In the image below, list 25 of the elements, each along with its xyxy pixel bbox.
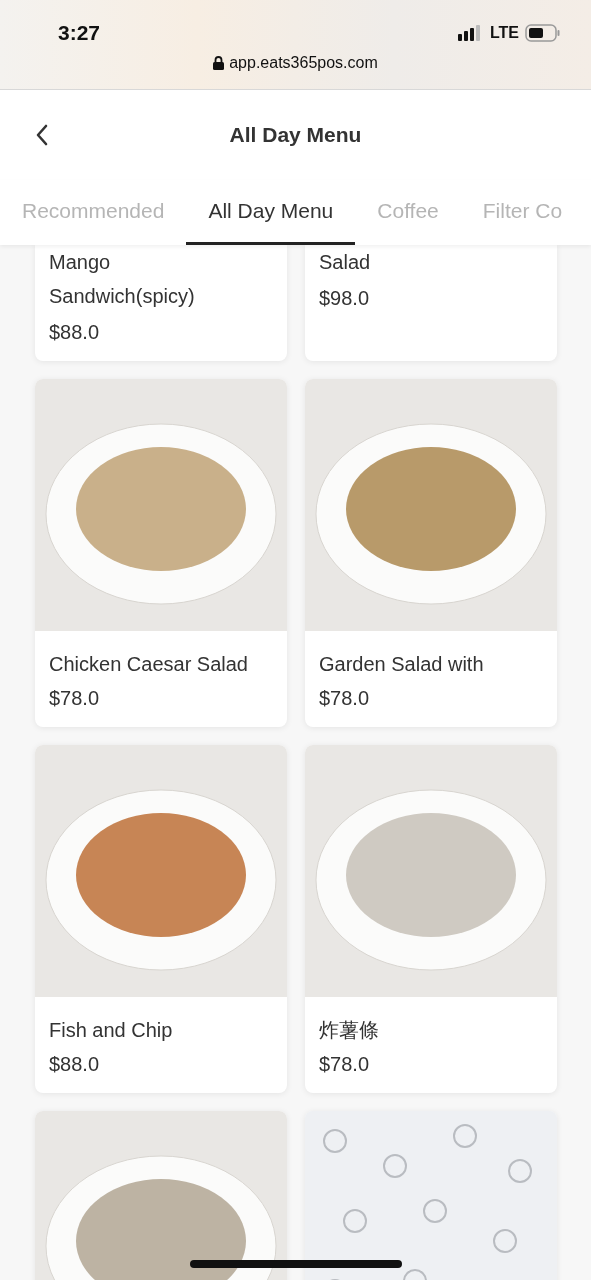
item-name: Chicken Caesar Salad [49, 652, 249, 677]
menu-item-card[interactable]: Salad $98.0 [305, 245, 557, 361]
network-label: LTE [489, 24, 519, 42]
item-price: $78.0 [49, 686, 101, 711]
menu-item-card[interactable]: Chicken Caesar Salad $78.0 [35, 379, 287, 727]
lock-icon [213, 56, 225, 70]
menu-item-card[interactable]: Garden Salad with $78.0 [305, 379, 557, 727]
item-name: Fish and Chip [49, 1018, 174, 1043]
menu-item-card[interactable]: Fish and Chip $88.0 [35, 745, 287, 1093]
chevron-left-icon [34, 123, 50, 147]
item-price: $88.0 [49, 1052, 101, 1077]
menu-item-card[interactable]: 炸薯條 $78.0 [305, 745, 557, 1093]
url-text[interactable]: app.eats365pos.com [229, 54, 378, 72]
item-price: $98.0 [319, 286, 371, 311]
item-price: $78.0 [319, 686, 371, 711]
page-title: All Day Menu [229, 123, 362, 146]
item-name: Mango Sandwich(spicy) [49, 250, 196, 309]
battery-icon [525, 24, 561, 42]
status-time: 3:27 [58, 21, 101, 45]
item-price: $78.0 [319, 1052, 371, 1077]
item-price: $88.0 [49, 320, 101, 345]
item-name: Salad [319, 250, 372, 275]
menu-item-card[interactable]: Mango Sandwich(spicy) $88.0 [35, 245, 287, 361]
item-name: Garden Salad with [319, 652, 485, 677]
item-name: 炸薯條 [319, 1018, 380, 1043]
